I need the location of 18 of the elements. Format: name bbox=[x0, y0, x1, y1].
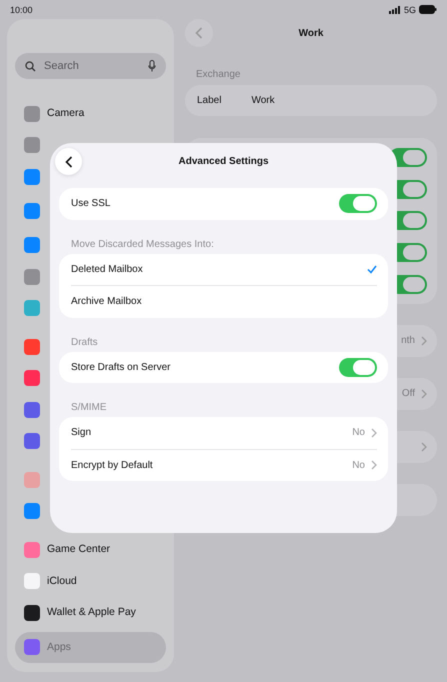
row-label: Sign bbox=[71, 427, 92, 438]
modal-title: Advanced Settings bbox=[178, 156, 269, 166]
row-value: No bbox=[352, 460, 365, 471]
row-label: Store Drafts on Server bbox=[71, 362, 170, 373]
row-value: No bbox=[352, 427, 365, 438]
section-header: Exchange bbox=[196, 69, 242, 80]
row-label: Deleted Mailbox bbox=[71, 264, 143, 275]
row-label: Archive Mailbox bbox=[71, 296, 142, 308]
section-header: Move Discarded Messages Into: bbox=[71, 238, 215, 250]
section-header: Drafts bbox=[71, 336, 99, 348]
row-label: Encrypt by Default bbox=[71, 460, 153, 471]
row-value: Work bbox=[251, 95, 275, 106]
status-time: 10:00 bbox=[10, 4, 33, 14]
network-label: 5G bbox=[404, 4, 416, 14]
section-header: S/MIME bbox=[71, 402, 108, 413]
row-label: Label bbox=[197, 95, 222, 106]
page-title: Work bbox=[298, 28, 324, 38]
row-label: Use SSL bbox=[71, 198, 110, 210]
